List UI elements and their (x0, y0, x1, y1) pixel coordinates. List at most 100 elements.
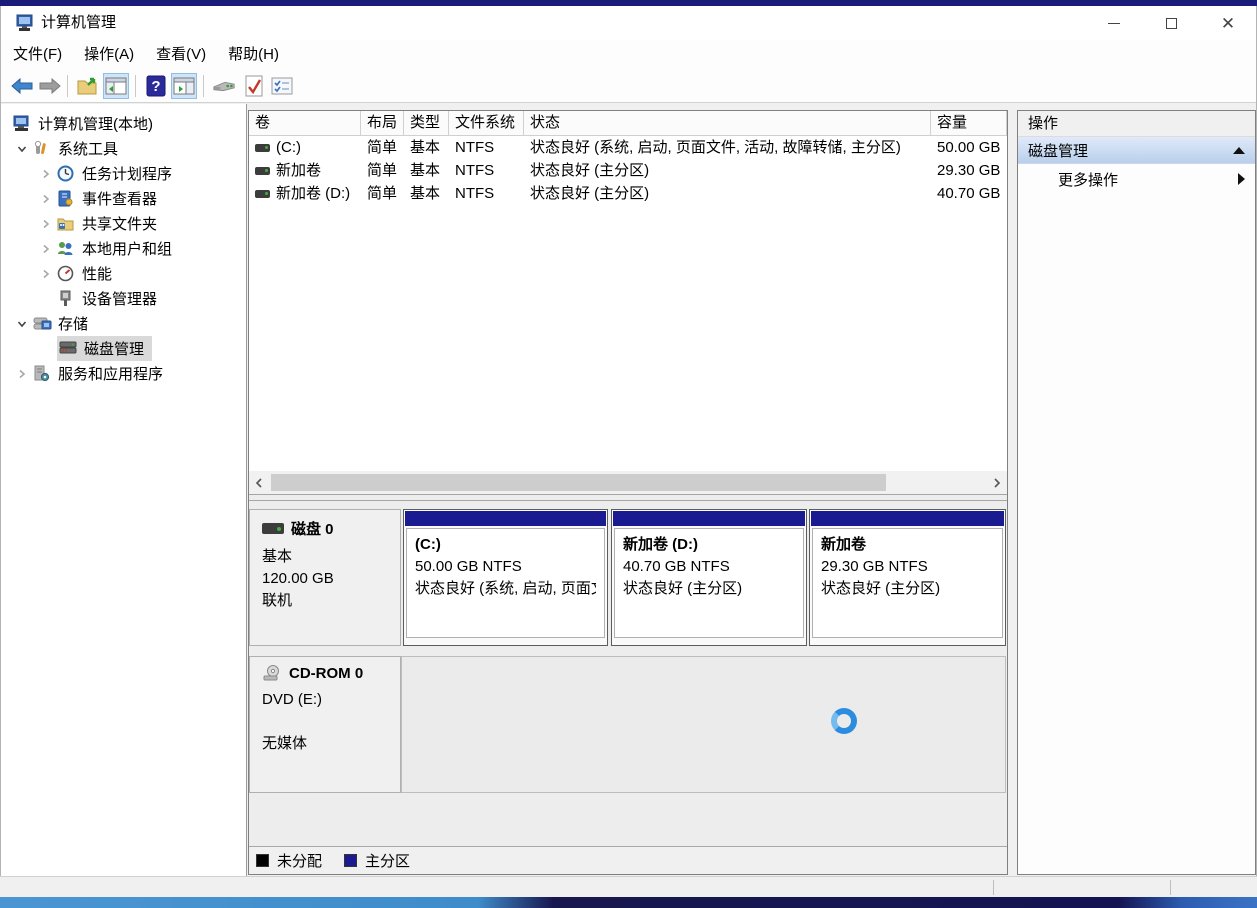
volume-type: 基本 (410, 185, 441, 202)
legend-swatch-primary-partition (344, 854, 358, 867)
actions-section-disk-management[interactable]: 磁盘管理 (1018, 137, 1255, 164)
disk0-header-box[interactable]: 磁盘 0 基本 120.00 GB 联机 (249, 509, 401, 646)
maximize-icon (1165, 17, 1177, 29)
disk0-name: 磁盘 0 (291, 521, 334, 538)
cdrom-empty-region[interactable] (401, 656, 1006, 793)
toolbar-separator (135, 75, 136, 97)
cdrom-header-box[interactable]: CD-ROM 0 DVD (E:) 无媒体 (249, 656, 401, 793)
forward-arrow-icon (39, 78, 61, 94)
checklist-button[interactable] (269, 73, 295, 99)
menu-help[interactable]: 帮助(H) (228, 40, 291, 69)
svg-text:?: ? (151, 78, 160, 95)
chevron-right-icon[interactable] (35, 244, 57, 254)
checklist-icon (271, 77, 293, 95)
partition-status: 状态良好 (主分区) (623, 580, 743, 597)
minimize-icon (1108, 22, 1120, 24)
check-document-button[interactable] (241, 73, 267, 99)
tree-item-label: 任务计划程序 (82, 166, 173, 183)
chevron-right-icon[interactable] (11, 369, 33, 379)
menu-view[interactable]: 查看(V) (156, 40, 218, 69)
minimize-button[interactable] (1091, 6, 1137, 40)
column-header-filesystem[interactable]: 文件系统 (449, 111, 524, 136)
cdrom-drive-letter: DVD (E:) (262, 691, 322, 708)
event-viewer-icon (57, 190, 77, 207)
disk-console-button[interactable] (211, 73, 237, 99)
disk0-size: 120.00 GB (262, 570, 334, 587)
volume-row-new-volume[interactable]: 新加卷 简单 基本 NTFS 状态良好 (主分区) 29.30 GB (249, 159, 1007, 182)
disk-device-icon (213, 81, 235, 92)
statusbar-separator (993, 880, 994, 895)
toolbar-separator (67, 75, 68, 97)
tree-item-shared-folders[interactable]: 共享文件夹 (1, 211, 246, 236)
tree-item-device-manager[interactable]: 设备管理器 (1, 286, 246, 311)
more-actions-label: 更多操作 (1058, 171, 1119, 189)
export-list-button[interactable] (75, 73, 101, 99)
disk0-status: 联机 (262, 592, 293, 609)
chevron-down-icon[interactable] (11, 144, 33, 154)
chevron-right-icon[interactable] (35, 269, 57, 279)
tree-item-performance[interactable]: 性能 (1, 261, 246, 286)
column-header-volume[interactable]: 卷 (249, 111, 361, 136)
chevron-right-icon[interactable] (35, 219, 57, 229)
help-icon: ? (146, 75, 166, 97)
partition-size: 29.30 GB NTFS (821, 558, 928, 575)
disk-management-main-pane: 卷 布局 类型 文件系统 状态 容量 (C:) 简单 基本 NTFS 状态良好 … (248, 110, 1008, 875)
storage-icon (33, 315, 53, 332)
partition-new-volume[interactable]: 新加卷 29.30 GB NTFS 状态良好 (主分区) (809, 509, 1006, 646)
show-console-tree-button[interactable] (103, 73, 129, 99)
tree-item-local-users-groups[interactable]: 本地用户和组 (1, 236, 246, 261)
close-button[interactable]: ✕ (1205, 6, 1251, 40)
partition-size: 50.00 GB NTFS (415, 558, 522, 575)
menu-action[interactable]: 操作(A) (84, 40, 146, 69)
volume-capacity: 50.00 GB (937, 139, 1001, 156)
scroll-right-icon[interactable] (987, 471, 1007, 494)
titlebar: 计算机管理 ✕ (1, 6, 1256, 40)
actions-section-label: 磁盘管理 (1028, 142, 1089, 160)
volume-row-new-volume-d[interactable]: 新加卷 (D:) 简单 基本 NTFS 状态良好 (主分区) 40.70 GB (249, 182, 1007, 205)
partition-d[interactable]: 新加卷 (D:) 40.70 GB NTFS 状态良好 (主分区) (611, 509, 807, 646)
column-header-status[interactable]: 状态 (524, 111, 931, 136)
more-actions-item[interactable]: 更多操作 (1018, 164, 1255, 194)
tree-item-event-viewer[interactable]: 事件查看器 (1, 186, 246, 211)
volume-name: (C:) (276, 139, 301, 156)
collapse-icon[interactable] (1233, 146, 1245, 154)
tree-item-computer-management[interactable]: 计算机管理(本地) (1, 111, 246, 136)
column-header-capacity[interactable]: 容量 (931, 111, 1007, 136)
volume-row-c[interactable]: (C:) 简单 基本 NTFS 状态良好 (系统, 启动, 页面文件, 活动, … (249, 136, 1007, 159)
actions-pane-icon (173, 77, 195, 95)
chevron-right-icon[interactable] (35, 194, 57, 204)
back-button[interactable] (9, 73, 35, 99)
column-header-layout[interactable]: 布局 (361, 111, 404, 136)
tree-item-label: 本地用户和组 (82, 241, 173, 258)
tree-item-task-scheduler[interactable]: 任务计划程序 (1, 161, 246, 186)
tree-item-label: 系统工具 (58, 141, 119, 158)
horizontal-scrollbar[interactable] (249, 471, 1007, 494)
scrollbar-thumb[interactable] (271, 474, 886, 491)
app-icon (15, 14, 34, 32)
legend-label-unallocated: 未分配 (277, 853, 323, 870)
column-header-type[interactable]: 类型 (404, 111, 449, 136)
computer-icon (13, 115, 33, 132)
primary-partition-band (811, 511, 1004, 526)
back-arrow-icon (11, 78, 33, 94)
volume-capacity: 29.30 GB (937, 162, 1001, 179)
disk0-type: 基本 (262, 548, 293, 565)
scroll-left-icon[interactable] (249, 471, 269, 494)
partition-c[interactable]: (C:) 50.00 GB NTFS 状态良好 (系统, 启动, 页面文件, 活… (403, 509, 608, 646)
maximize-button[interactable] (1148, 6, 1194, 40)
cd-rom-icon (262, 665, 282, 682)
forward-button[interactable] (37, 73, 63, 99)
chevron-down-icon[interactable] (11, 319, 33, 329)
cdrom-media-status: 无媒体 (262, 735, 308, 752)
statusbar-separator (1170, 880, 1171, 895)
tree-item-disk-management[interactable]: 磁盘管理 (1, 336, 246, 361)
help-button[interactable]: ? (143, 73, 169, 99)
volume-filesystem: NTFS (455, 162, 495, 179)
tree-item-system-tools[interactable]: 系统工具 (1, 136, 246, 161)
menu-file[interactable]: 文件(F) (13, 40, 74, 69)
tree-item-storage[interactable]: 存储 (1, 311, 246, 336)
partition-title: 新加卷 (821, 536, 867, 553)
chevron-right-icon[interactable] (35, 169, 57, 179)
show-actions-pane-button[interactable] (171, 73, 197, 99)
tree-item-services-applications[interactable]: 服务和应用程序 (1, 361, 246, 386)
